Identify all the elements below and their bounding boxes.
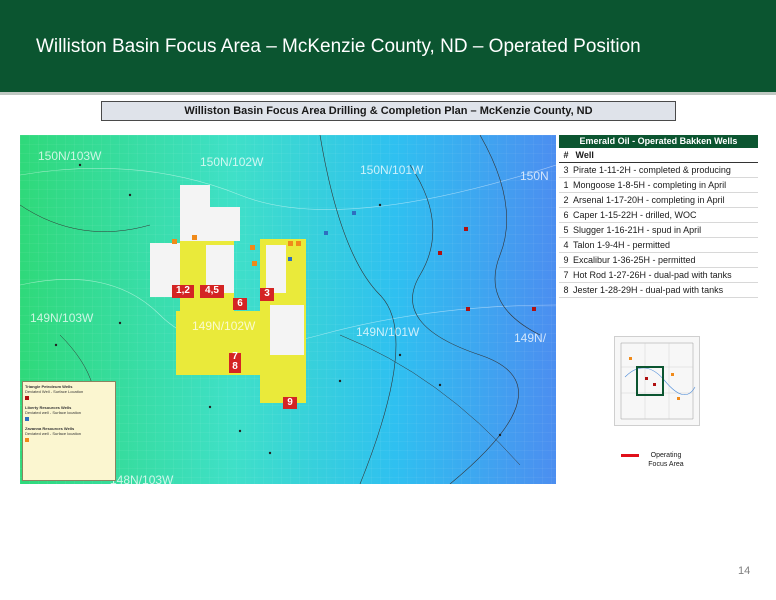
legend-swatch [25, 417, 29, 421]
well-number: 2 [563, 195, 569, 205]
township-label: 150N/103W [38, 149, 102, 163]
title-bar: Williston Basin Focus Area – McKenzie Co… [0, 0, 776, 92]
table-row: 3 Pirate 1-11-2H - completed & producing [559, 163, 758, 178]
inset-locator-map [614, 336, 700, 426]
table-row: 8 Jester 1-28-29H - dual-pad with tanks [559, 283, 758, 298]
table-row: 6 Caper 1-15-22H - drilled, WOC [559, 208, 758, 223]
well-label: 8 [232, 361, 238, 372]
table-row: 4 Talon 1-9-4H - permitted [559, 238, 758, 253]
well-label: 9 [287, 397, 293, 408]
township-label: 148N/103W [110, 473, 174, 484]
well-label: 4,5 [205, 285, 219, 296]
well-status: Slugger 1-16-21H - spud in April [573, 225, 702, 235]
well-number: 1 [563, 180, 569, 190]
well-number: 9 [563, 255, 569, 265]
wells-table: Emerald Oil - Operated Bakken Wells # We… [559, 135, 758, 298]
inset-map-graphic [620, 342, 696, 420]
well-status: Hot Rod 1-27-26H - dual-pad with tanks [573, 270, 732, 280]
column-header: Well [575, 150, 594, 160]
well-number: 7 [563, 270, 569, 280]
table-row: 5 Slugger 1-16-21H - spud in April [559, 223, 758, 238]
legend-swatch [25, 438, 29, 442]
township-label: 149N/102W [192, 319, 256, 333]
well-number: 3 [563, 165, 569, 175]
township-label: 149N/103W [30, 311, 94, 325]
table-row: 9 Excalibur 1-36-25H - permitted [559, 253, 758, 268]
legend-item: Deviated Well - Surface Location [25, 389, 84, 394]
map-subtitle: Williston Basin Focus Area Drilling & Co… [101, 101, 676, 121]
township-label: 150N/101W [360, 163, 424, 177]
well-status: Talon 1-9-4H - permitted [573, 240, 671, 250]
table-row: 2 Arsenal 1-17-20H - completing in April [559, 193, 758, 208]
well-number: 8 [563, 285, 569, 295]
column-header: # [563, 150, 569, 160]
legend-item: Deviated well - Surface location [25, 431, 82, 436]
well-number: 4 [563, 240, 569, 250]
well-number: 5 [563, 225, 569, 235]
township-label: 150N/102W [200, 155, 264, 169]
well-map: 150N/103W 150N/102W 150N/101W 150N 149N/… [20, 135, 556, 484]
title-divider [0, 92, 776, 95]
focus-area-legend-line [621, 454, 639, 457]
table-row: 7 Hot Rod 1-27-26H - dual-pad with tanks [559, 268, 758, 283]
well-label: 1,2 [176, 285, 190, 296]
township-label: 150N [520, 169, 549, 183]
table-title: Emerald Oil - Operated Bakken Wells [559, 135, 758, 148]
slide-title: Williston Basin Focus Area – McKenzie Co… [36, 36, 641, 57]
legend-swatch [25, 396, 29, 400]
table-row: 1 Mongoose 1-8-5H - completing in April [559, 178, 758, 193]
well-label: 6 [237, 298, 243, 309]
legend-item: Deviated well - Surface location [25, 410, 82, 415]
page-number: 14 [738, 565, 751, 577]
well-status: Caper 1-15-22H - drilled, WOC [573, 210, 697, 220]
map-legend: Triangle Petroleum Wells Deviated Well -… [22, 381, 116, 481]
well-status: Arsenal 1-17-20H - completing in April [573, 195, 725, 205]
well-status: Jester 1-28-29H - dual-pad with tanks [573, 285, 724, 295]
township-label: 149N/101W [356, 325, 420, 339]
well-status: Excalibur 1-36-25H - permitted [573, 255, 696, 265]
focus-area-label-line: Operating [650, 452, 682, 459]
well-status: Mongoose 1-8-5H - completing in April [573, 180, 727, 190]
township-label: 149N/ [514, 331, 547, 345]
focus-area-legend-label: Operating Focus Area [646, 451, 686, 469]
table-header-row: # Well [559, 148, 758, 163]
focus-area-label-line: Focus Area [648, 461, 684, 468]
well-label: 3 [264, 288, 270, 299]
well-number: 6 [563, 210, 569, 220]
well-status: Pirate 1-11-2H - completed & producing [573, 165, 731, 175]
